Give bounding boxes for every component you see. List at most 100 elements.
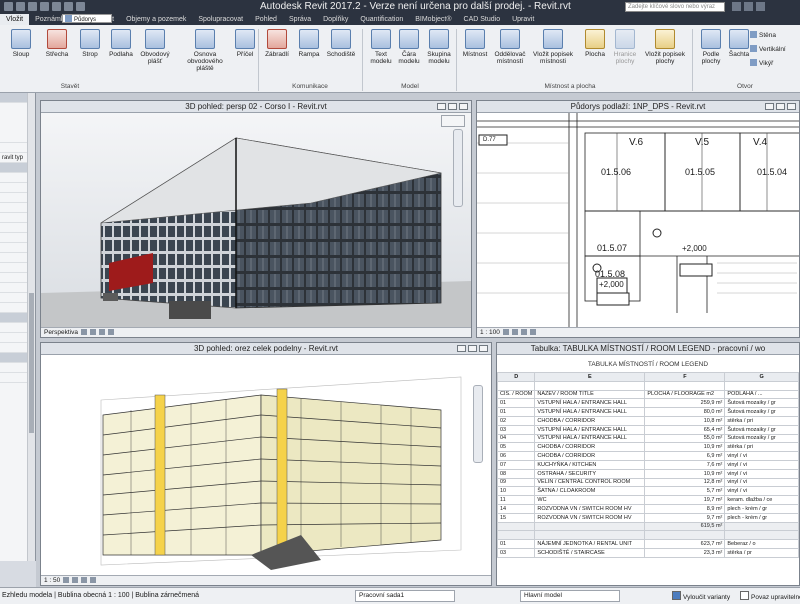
- column-button[interactable]: Sloup: [4, 29, 38, 58]
- floor-plan-canvas[interactable]: D.77 V.6 V.5 V.4 01.5.06 01.5.05 01.5.04…: [477, 113, 799, 337]
- wall-opening-button[interactable]: Stěna: [750, 31, 776, 39]
- table-row[interactable]: 14 ROZVODNA VN / SWITCH ROOM HV 8,9 m² plec…: [497, 503, 799, 514]
- table-row[interactable]: 08 OSTRAHA / SECURITY 10,9 m² vinyl / vi: [497, 468, 799, 479]
- table-row[interactable]: 05 CHODBA / CORRIDOR 10,9 m² stěrka / pri: [497, 442, 799, 453]
- vertical-opening-button[interactable]: Vertikální: [750, 45, 786, 53]
- curtain-grid-button[interactable]: Osnova obvodového pláště: [182, 29, 228, 72]
- navigation-bar[interactable]: [453, 129, 463, 207]
- level-mark[interactable]: +2,000: [599, 280, 624, 289]
- area-tag-button[interactable]: Vložit popisek plochy: [640, 29, 690, 65]
- visual-style-icon[interactable]: [511, 329, 518, 335]
- quick-access-toolbar[interactable]: [4, 2, 85, 11]
- close-icon[interactable]: [787, 103, 796, 110]
- room-separator-button[interactable]: Oddělovač místností: [490, 29, 530, 65]
- view-control-bar[interactable]: 1 : 50: [41, 575, 491, 585]
- ceiling-button[interactable]: Strop: [73, 29, 107, 58]
- column-letter[interactable]: F: [644, 372, 726, 382]
- section-canvas[interactable]: 1 : 50: [41, 355, 491, 585]
- tab-doplnky[interactable]: Doplňky: [317, 14, 354, 25]
- crop-icon[interactable]: [529, 329, 536, 335]
- perspective-canvas[interactable]: Perspektiva: [41, 113, 471, 337]
- stair-button[interactable]: Schodiště: [324, 29, 358, 58]
- header-cell[interactable]: PODLAHA / ...: [724, 389, 799, 400]
- mullion-button[interactable]: Příčel: [228, 29, 262, 58]
- roof-button[interactable]: Střecha: [40, 29, 74, 58]
- dormer-opening-button[interactable]: Vikýř: [750, 59, 773, 67]
- detail-level-icon[interactable]: [502, 329, 509, 335]
- shadows-icon[interactable]: [81, 577, 88, 583]
- room-number[interactable]: 01.5.04: [757, 167, 787, 177]
- undo-icon[interactable]: [40, 2, 49, 11]
- tab-objemy[interactable]: Objemy a pozemek: [120, 14, 192, 25]
- header-cell[interactable]: NÁZEV / ROOM TITLE: [534, 389, 646, 400]
- type-selector[interactable]: Půdorys: [62, 14, 112, 23]
- table-row[interactable]: 09 VELÍN / CENTRAL CONTROL ROOM 12,8 m² vin…: [497, 477, 799, 488]
- tab-pohled[interactable]: Pohled: [249, 14, 283, 25]
- properties-scrollbar[interactable]: [27, 93, 35, 561]
- table-row[interactable]: 03 VSTUPNÍ HALA / ENTRANCE HALL 65,4 m² Šut…: [497, 424, 799, 435]
- minimize-icon[interactable]: [765, 103, 774, 110]
- ramp-button[interactable]: Rampa: [292, 29, 326, 58]
- tab-sprava[interactable]: Správa: [283, 14, 317, 25]
- room-number[interactable]: 01.5.06: [601, 167, 631, 177]
- column-letter[interactable]: G: [724, 372, 799, 382]
- editable-only-checkbox[interactable]: Povaz upravitelné: [740, 591, 800, 603]
- save-icon[interactable]: [28, 2, 37, 11]
- sun-path-icon[interactable]: [89, 329, 96, 335]
- help-icon[interactable]: [756, 2, 765, 11]
- search-input[interactable]: Zadejte klíčové slovo nebo výraz: [625, 2, 725, 12]
- header-cell[interactable]: ČÍS. / ROOM: [497, 389, 536, 400]
- search-icon[interactable]: [732, 2, 741, 11]
- room-label[interactable]: V.6: [629, 137, 643, 148]
- curtain-system-button[interactable]: Obvodový plášť: [138, 29, 172, 65]
- table-row[interactable]: 03 SCHODIŠTĚ / STAIRCASE 23,3 m² stěrka / p…: [497, 547, 799, 558]
- tab-vlozit[interactable]: Vložit: [0, 14, 30, 25]
- room-label[interactable]: V.5: [695, 137, 709, 148]
- tab-cadstudio[interactable]: CAD Studio: [458, 14, 507, 25]
- railing-button[interactable]: Zábradlí: [260, 29, 294, 58]
- column-letter[interactable]: E: [534, 372, 646, 382]
- view-window-section-3d[interactable]: 3D pohled: orez celek podelny - Revit.rv…: [40, 342, 492, 586]
- model-group-button[interactable]: Skupina modelu: [422, 29, 456, 65]
- room-label[interactable]: V.4: [753, 137, 767, 148]
- room-number[interactable]: 01.5.05: [685, 167, 715, 177]
- crop-icon[interactable]: [107, 329, 114, 335]
- open-icon[interactable]: [16, 2, 25, 11]
- table-row[interactable]: 11 WC 19,7 m² keram. dlažba / ce: [497, 495, 799, 505]
- table-row[interactable]: [497, 530, 799, 541]
- tab-quantification[interactable]: Quantification: [354, 14, 409, 25]
- navigation-bar[interactable]: [473, 385, 483, 463]
- area-boundary-button[interactable]: Hranice plochy: [608, 29, 642, 65]
- table-row[interactable]: 02 CHODBA / CORRIDOR 10,8 m² stěrka / pri: [497, 415, 799, 426]
- room-button[interactable]: Místnost: [458, 29, 492, 58]
- minimize-icon[interactable]: [437, 103, 446, 110]
- minimize-icon[interactable]: [457, 345, 466, 352]
- floor-button[interactable]: Podlaha: [104, 29, 138, 58]
- table-row[interactable]: 10 ŠATNA / CLOAKROOM 5,7 m² vinyl / vi: [497, 486, 799, 497]
- table-row[interactable]: 06 CHODBA / CORRIDOR 6,9 m² vinyl / vi: [497, 451, 799, 461]
- print-icon[interactable]: [64, 2, 73, 11]
- restore-icon[interactable]: [776, 103, 785, 110]
- restore-icon[interactable]: [448, 103, 457, 110]
- table-row[interactable]: 01 VSTUPNÍ HALA / ENTRANCE HALL 80,0 m² Šut…: [497, 407, 799, 417]
- room-number[interactable]: 01.5.07: [597, 243, 627, 253]
- detail-level-icon[interactable]: [63, 577, 70, 583]
- redo-icon[interactable]: [52, 2, 61, 11]
- column-letter[interactable]: D: [497, 372, 536, 382]
- tag-label[interactable]: D.77: [483, 137, 496, 143]
- room-tag-button[interactable]: Vložit popisek místnosti: [528, 29, 578, 65]
- room-number[interactable]: 01.5.08: [595, 269, 625, 279]
- measure-icon[interactable]: [76, 2, 85, 11]
- app-menu-icon[interactable]: [4, 2, 13, 11]
- header-cell[interactable]: PLOCHA / FLOORAGE m2: [644, 389, 726, 400]
- view-control-bar[interactable]: Perspektiva: [41, 327, 471, 337]
- table-row[interactable]: 04 VSTUPNÍ HALA / ENTRANCE HALL 55,0 m² Šut…: [497, 433, 799, 444]
- restore-icon[interactable]: [468, 345, 477, 352]
- level-mark[interactable]: +2,000: [682, 244, 707, 253]
- design-option-selector[interactable]: Hlavní model: [520, 590, 620, 602]
- close-icon[interactable]: [479, 345, 488, 352]
- visual-style-icon[interactable]: [72, 577, 79, 583]
- view-window-floor-plan[interactable]: Půdorys podlaží: 1NP_DPS - Revit.rvt D.7…: [476, 100, 800, 338]
- workset-selector[interactable]: Pracovní sada1: [355, 590, 455, 602]
- scroll-thumb[interactable]: [29, 293, 34, 433]
